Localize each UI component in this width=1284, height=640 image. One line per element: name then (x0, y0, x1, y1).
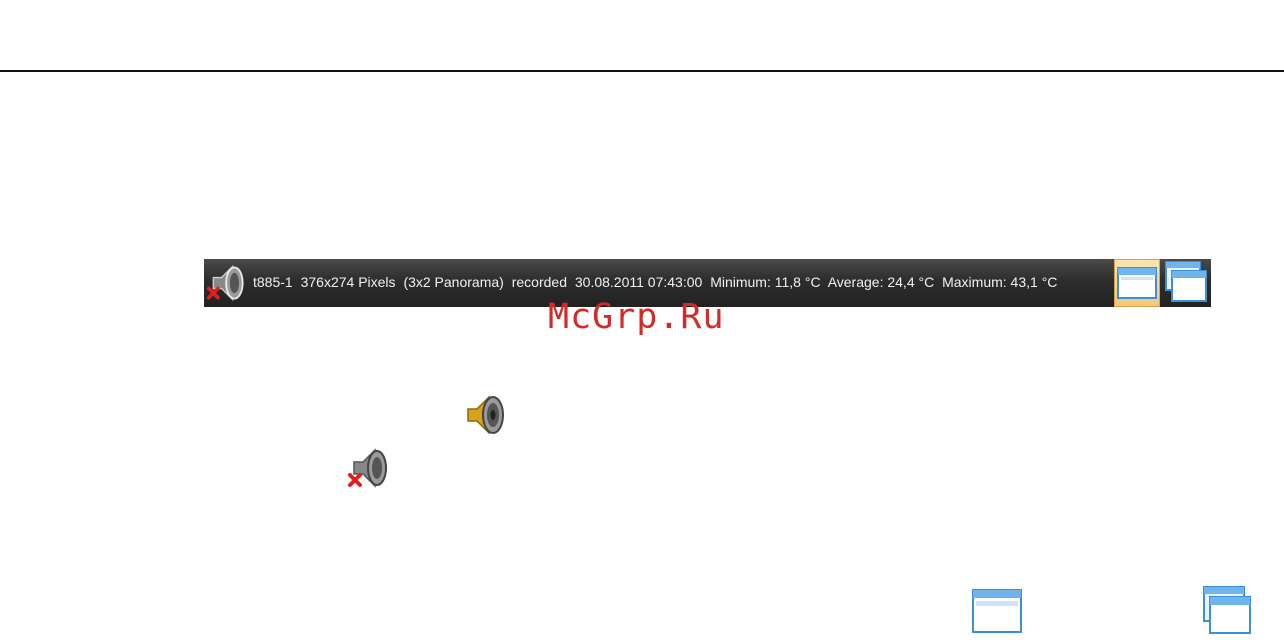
watermark: McGrp.Ru (548, 297, 725, 337)
multiple-windows-icon (1165, 261, 1207, 302)
camera-name: t885-1 (253, 274, 293, 290)
top-divider (0, 70, 1284, 72)
speaker-muted-icon (206, 264, 244, 302)
single-window-icon (971, 587, 1023, 635)
multi-window-button[interactable] (1162, 259, 1208, 307)
sound-toggle-button[interactable] (206, 261, 250, 305)
speaker-muted-icon (346, 444, 394, 492)
image-resolution: 376x274 Pixels (300, 274, 396, 290)
average-temperature: Average: 24,4 °C (827, 274, 935, 290)
single-window-icon (1117, 267, 1157, 299)
single-window-button[interactable] (1114, 259, 1160, 307)
maximum-temperature: Maximum: 43,1 °C (942, 274, 1058, 290)
minimum-temperature: Minimum: 11,8 °C (710, 274, 821, 290)
speaker-on-icon (462, 391, 510, 439)
panorama-mode: (3x2 Panorama) (403, 274, 504, 290)
recorded-datetime: 30.08.2011 07:43:00 (574, 274, 703, 290)
recorded-label: recorded (511, 274, 567, 290)
multiple-windows-icon (1202, 585, 1254, 635)
